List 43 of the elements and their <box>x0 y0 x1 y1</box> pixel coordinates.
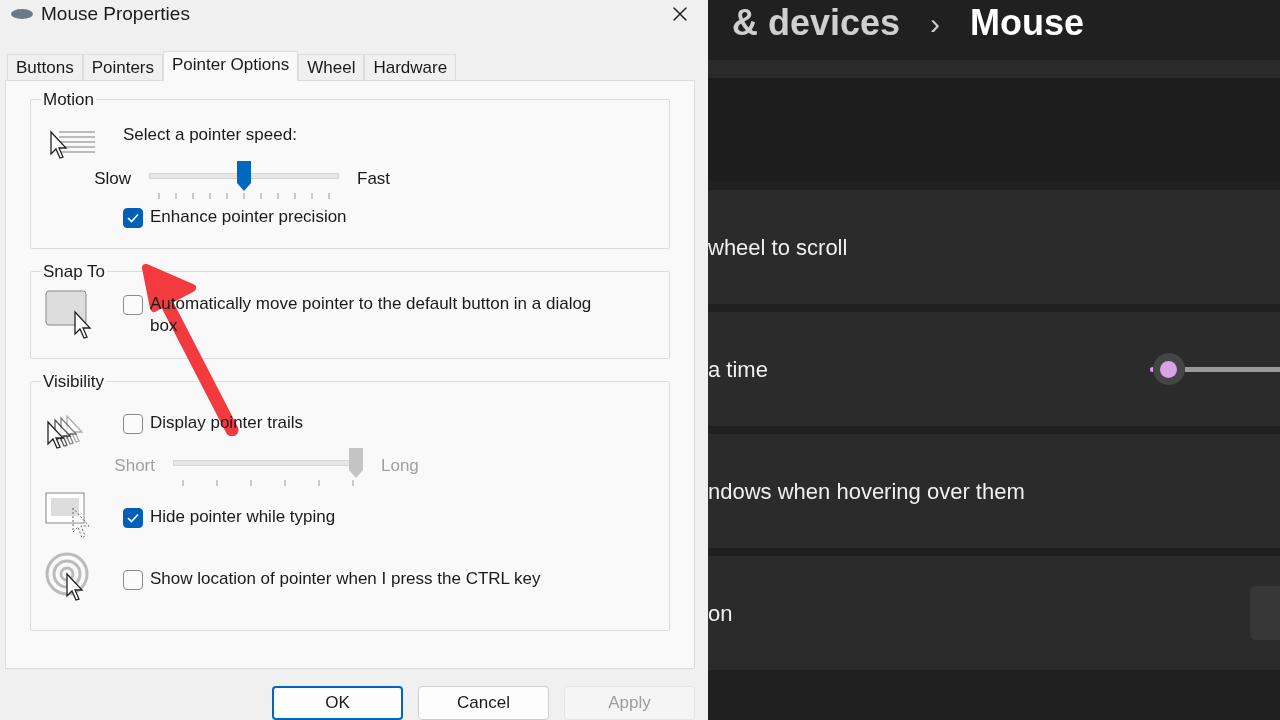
slider-track[interactable] <box>1150 353 1280 385</box>
tab[interactable]: Buttons <box>7 53 83 80</box>
checkbox-label: Show location of pointer when I press the CTRL key <box>150 568 541 591</box>
slider-min-label: Slow <box>93 167 131 190</box>
checkmark-icon <box>127 513 139 524</box>
tab[interactable]: Pointer Options <box>163 50 299 81</box>
mouse-icon <box>10 8 34 20</box>
slider-thumb[interactable] <box>1152 353 1185 385</box>
settings-card[interactable]: wheel to scroll <box>708 190 1280 304</box>
settings-card[interactable]: on <box>708 556 1280 670</box>
checkmark-icon <box>127 212 139 223</box>
settings-card[interactable]: a time <box>708 312 1280 426</box>
settings-card[interactable]: ndows when hovering over them <box>708 434 1280 548</box>
window-title: Mouse Properties <box>41 1 190 26</box>
group-title: Motion <box>42 88 96 111</box>
checkbox[interactable] <box>123 295 143 316</box>
slider-min-label: Short <box>113 455 155 478</box>
breadcrumb-current: Mouse <box>970 2 1085 44</box>
setting-label: wheel to scroll <box>708 233 848 262</box>
checkbox-label: Enhance pointer precision <box>150 205 347 228</box>
checkbox-label: Hide pointer while typing <box>150 506 336 529</box>
slider-track[interactable] <box>149 160 339 191</box>
dialog-button[interactable]: Cancel <box>418 686 549 720</box>
checkbox[interactable] <box>123 414 143 435</box>
prompt-text: Select a pointer speed: <box>123 124 298 147</box>
breadcrumb-parent[interactable]: & devices <box>732 2 901 44</box>
slider-track[interactable] <box>173 448 363 479</box>
checkbox[interactable] <box>123 207 143 228</box>
slider-max-label: Fast <box>357 167 391 190</box>
setting-label: ndows when hovering over them <box>708 477 1025 506</box>
tab[interactable]: Pointers <box>82 53 164 80</box>
group-title: Snap To <box>42 260 107 283</box>
tab[interactable]: Wheel <box>298 53 365 80</box>
dialog-button[interactable]: OK <box>272 686 403 720</box>
checkbox[interactable] <box>123 570 143 591</box>
tab[interactable]: Hardware <box>364 53 457 80</box>
group-title: Visibility <box>42 370 106 393</box>
slider-thumb[interactable] <box>237 160 251 191</box>
checkbox[interactable] <box>123 508 143 529</box>
setting-label: a time <box>708 355 768 384</box>
breadcrumb-separator: › <box>930 5 941 42</box>
setting-label: on <box>708 599 733 628</box>
slider-max-label: Long <box>381 455 419 478</box>
